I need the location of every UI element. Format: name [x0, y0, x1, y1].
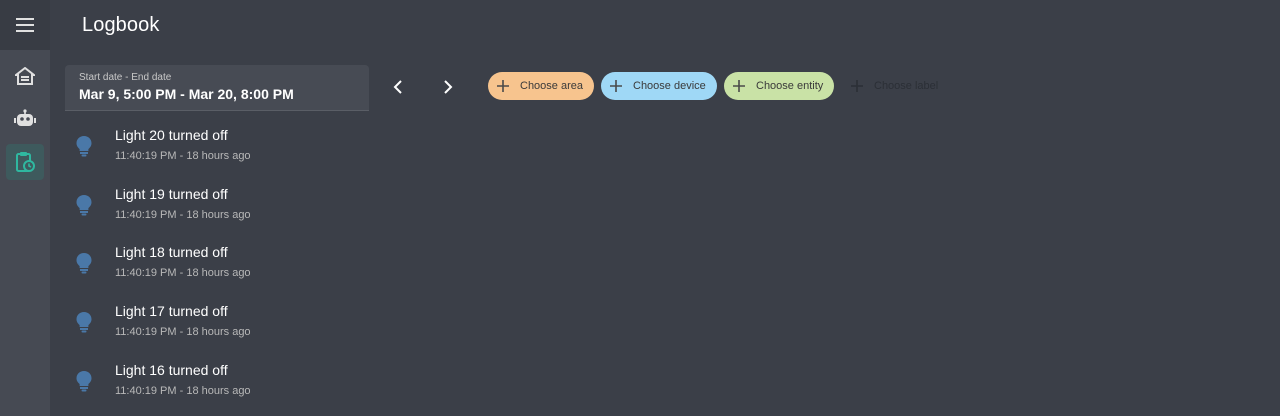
menu-button[interactable] — [0, 0, 50, 50]
entry-time: 11:40:19 PM - 18 hours ago — [115, 267, 251, 279]
choose-entity-chip[interactable]: Choose entity — [724, 72, 834, 100]
sidebar-item-logbook[interactable] — [6, 144, 44, 180]
entry-time: 11:40:19 PM - 18 hours ago — [115, 326, 251, 338]
entry-message: Light 18 turned off — [115, 244, 228, 260]
date-range-value: Mar 9, 5:00 PM - Mar 20, 8:00 PM — [79, 86, 294, 102]
list-item[interactable]: Light 18 turned off 11:40:19 PM - 18 hou… — [50, 237, 450, 295]
sidebar-item-overview[interactable] — [6, 58, 44, 94]
lightbulb-icon — [76, 136, 92, 157]
list-item[interactable]: Light 19 turned off 11:40:19 PM - 18 hou… — [50, 179, 450, 237]
date-range-label: Start date - End date — [79, 72, 172, 83]
previous-range-button[interactable] — [385, 74, 411, 100]
choose-area-chip[interactable]: Choose area — [488, 72, 594, 100]
list-item[interactable]: Light 16 turned off 11:40:19 PM - 18 hou… — [50, 355, 450, 413]
header: Logbook — [50, 0, 1280, 50]
chevron-left-icon — [393, 80, 402, 94]
lightbulb-icon — [76, 195, 92, 216]
choose-entity-label: Choose entity — [756, 80, 824, 92]
choose-label-label: Choose label — [874, 80, 939, 92]
entry-message: Light 16 turned off — [115, 362, 228, 378]
plus-icon — [610, 80, 622, 92]
choose-device-chip[interactable]: Choose device — [601, 72, 717, 100]
lightbulb-icon — [76, 371, 92, 392]
list-item[interactable]: Light 20 turned off 11:40:19 PM - 18 hou… — [50, 120, 450, 178]
list-item[interactable]: Light 17 turned off 11:40:19 PM - 18 hou… — [50, 296, 450, 354]
plus-icon — [497, 80, 509, 92]
entry-message: Light 20 turned off — [115, 127, 228, 143]
choose-device-label: Choose device — [633, 80, 706, 92]
chevron-right-icon — [444, 80, 453, 94]
lightbulb-icon — [76, 312, 92, 333]
entry-message: Light 17 turned off — [115, 303, 228, 319]
entry-time: 11:40:19 PM - 18 hours ago — [115, 150, 251, 162]
sidebar-item-automation[interactable] — [6, 100, 44, 136]
plus-icon — [851, 80, 863, 92]
choose-area-label: Choose area — [520, 80, 583, 92]
date-range-picker[interactable]: Start date - End date Mar 9, 5:00 PM - M… — [65, 65, 369, 111]
clipboard-clock-icon — [16, 152, 35, 172]
plus-icon — [733, 80, 745, 92]
choose-label-chip[interactable]: Choose label — [842, 72, 952, 100]
page-title: Logbook — [82, 14, 160, 36]
next-range-button[interactable] — [435, 74, 461, 100]
entry-time: 11:40:19 PM - 18 hours ago — [115, 209, 251, 221]
hamburger-icon — [16, 18, 34, 32]
home-icon — [15, 67, 35, 85]
lightbulb-icon — [76, 253, 92, 274]
entry-message: Light 19 turned off — [115, 186, 228, 202]
robot-icon — [14, 109, 36, 126]
sidebar — [0, 0, 50, 416]
entry-time: 11:40:19 PM - 18 hours ago — [115, 385, 251, 397]
